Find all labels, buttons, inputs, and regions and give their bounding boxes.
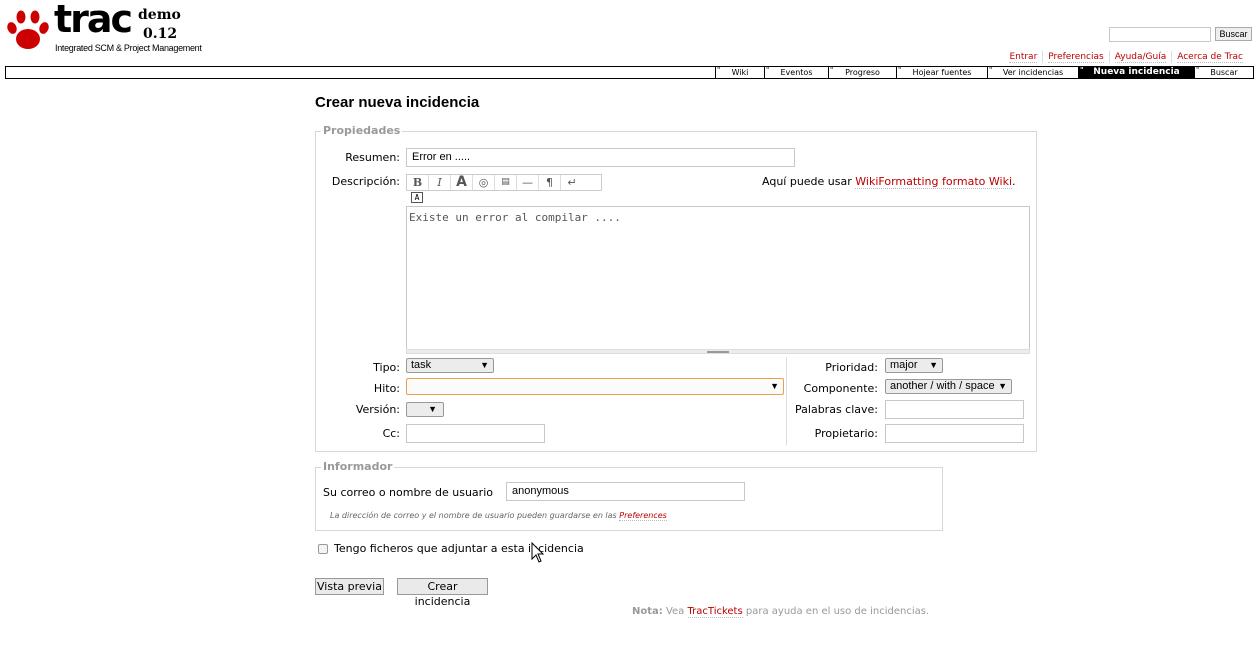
cc-input[interactable] bbox=[406, 424, 545, 443]
preferences-link[interactable]: Preferences bbox=[619, 511, 667, 521]
meta-nav: Entrar Preferencias Ayuda/Guía Acerca de… bbox=[1004, 51, 1248, 63]
chevron-down-icon: ▼ bbox=[428, 404, 437, 414]
textarea-resize-grip[interactable] bbox=[406, 349, 1030, 354]
hr-icon[interactable]: — bbox=[517, 175, 539, 190]
metanav-login[interactable]: Entrar bbox=[1009, 52, 1038, 63]
paw-icon bbox=[7, 10, 49, 49]
description-label: Descripción: bbox=[331, 175, 400, 188]
italic-icon[interactable]: I bbox=[429, 175, 451, 190]
logo-subtitle: Integrated SCM & Project Management bbox=[55, 43, 202, 53]
attachment-label: Tengo ficheros que adjuntar a esta incid… bbox=[334, 542, 584, 555]
metanav-help[interactable]: Ayuda/Guía bbox=[1114, 52, 1167, 63]
component-select[interactable]: another / with / space ▼ bbox=[885, 379, 1012, 394]
milestone-label: Hito: bbox=[373, 382, 400, 395]
nav-roadmap[interactable]: " Progreso bbox=[828, 66, 896, 78]
monospace-icon[interactable]: A bbox=[411, 192, 423, 203]
reporter-label: Su correo o nombre de usuario bbox=[323, 486, 493, 499]
keywords-input[interactable] bbox=[885, 400, 1024, 419]
nav-timeline[interactable]: " Eventos bbox=[764, 66, 828, 78]
description-textarea[interactable]: Existe un error al compilar .... bbox=[406, 206, 1030, 351]
nav-browse-source[interactable]: " Hojear fuentes bbox=[896, 66, 987, 78]
cc-label: Cc: bbox=[382, 427, 400, 440]
wiki-formatting-link[interactable]: WikiFormatting formato Wiki bbox=[855, 175, 1013, 189]
reporter-hint: La dirección de correo y el nombre de us… bbox=[330, 511, 667, 521]
column-divider bbox=[786, 357, 787, 445]
metanav-preferences[interactable]: Preferencias bbox=[1048, 52, 1104, 63]
trac-tickets-link[interactable]: TracTickets bbox=[687, 606, 743, 618]
nav-search[interactable]: " Buscar bbox=[1194, 66, 1253, 78]
trac-logo[interactable]: trac demo 0.12 Integrated SCM & Project … bbox=[6, 0, 202, 56]
main-nav: " Wiki " Eventos " Progreso " Hojear fuentes… bbox=[5, 66, 1254, 79]
chevron-down-icon: ▼ bbox=[998, 381, 1007, 391]
nav-view-tickets[interactable]: " Ver incidencias bbox=[987, 66, 1078, 78]
heading-icon[interactable]: A bbox=[451, 175, 473, 190]
chevron-down-icon: ▼ bbox=[480, 360, 489, 370]
component-label: Componente: bbox=[803, 382, 878, 395]
logo-text: trac bbox=[54, 0, 133, 41]
wiki-hint: Aquí puede usar WikiFormatting formato W… bbox=[762, 175, 1016, 189]
type-label: Tipo: bbox=[373, 361, 400, 374]
priority-label: Prioridad: bbox=[825, 361, 878, 374]
version-select[interactable]: ▼ bbox=[406, 402, 444, 417]
type-select[interactable]: task ▼ bbox=[406, 358, 494, 373]
search-input[interactable] bbox=[1109, 27, 1211, 42]
bold-icon[interactable]: B bbox=[407, 175, 429, 190]
properties-legend: Propiedades bbox=[321, 124, 403, 137]
linebreak-icon[interactable]: ↵ bbox=[561, 175, 583, 190]
mouse-cursor-icon bbox=[531, 542, 545, 563]
nav-wiki[interactable]: " Wiki bbox=[715, 66, 764, 78]
logo-version: 0.12 bbox=[143, 26, 178, 42]
owner-label: Propietario: bbox=[814, 427, 878, 440]
priority-select[interactable]: major ▼ bbox=[885, 358, 943, 373]
metanav-about[interactable]: Acerca de Trac bbox=[1177, 52, 1243, 63]
owner-input[interactable] bbox=[885, 424, 1024, 443]
keywords-label: Palabras clave: bbox=[795, 403, 878, 416]
search-button[interactable]: Buscar bbox=[1215, 27, 1252, 41]
link-icon[interactable]: ◎ bbox=[473, 175, 495, 190]
help-note: Nota: Vea TracTickets para ayuda en el u… bbox=[632, 606, 930, 618]
logo-demo: demo bbox=[138, 7, 181, 23]
preview-button[interactable]: Vista previa bbox=[315, 578, 384, 595]
paragraph-icon[interactable]: ¶ bbox=[539, 175, 561, 190]
wiki-toolbar: B I A ◎ ▤ — ¶ ↵ bbox=[406, 174, 602, 191]
reporter-legend: Informador bbox=[321, 460, 395, 473]
nav-new-ticket[interactable]: " Nueva incidencia bbox=[1078, 66, 1194, 78]
reporter-input[interactable]: anonymous bbox=[506, 482, 745, 501]
version-label: Versión: bbox=[355, 403, 400, 416]
chevron-down-icon: ▼ bbox=[770, 381, 779, 391]
summary-label: Resumen: bbox=[345, 151, 400, 164]
page-title: Crear nueva incidencia bbox=[315, 94, 480, 111]
create-ticket-button[interactable]: Crear incidencia bbox=[397, 578, 488, 608]
code-icon[interactable]: ▤ bbox=[495, 175, 517, 190]
summary-input[interactable]: Error en ..... bbox=[406, 148, 795, 167]
chevron-down-icon: ▼ bbox=[929, 360, 938, 370]
milestone-select[interactable]: ▼ bbox=[406, 378, 784, 395]
attachment-checkbox[interactable] bbox=[318, 544, 328, 554]
